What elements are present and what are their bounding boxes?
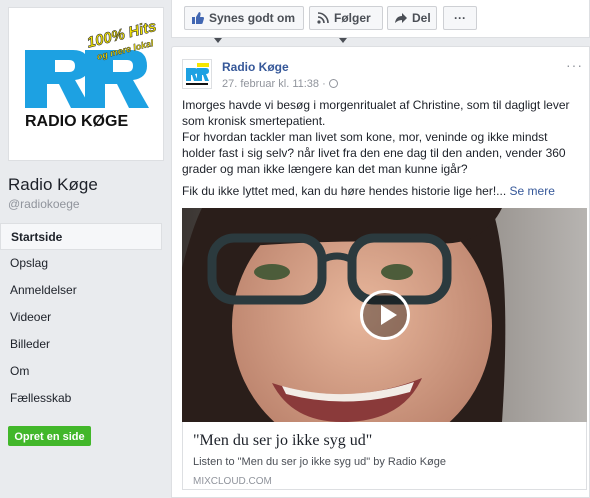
post-author-name[interactable]: Radio Køge — [222, 60, 289, 74]
post-timestamp-text: 27. februar kl. 11:38 · — [222, 78, 326, 90]
see-more-link[interactable]: Se mere — [510, 184, 555, 198]
video-thumbnail[interactable] — [182, 208, 587, 422]
chevron-down-icon — [339, 38, 347, 44]
share-button[interactable]: Del — [387, 6, 437, 30]
page-name[interactable]: Radio Køge — [8, 175, 98, 195]
nav-item-anmeldelser[interactable]: Anmeldelser — [0, 277, 163, 304]
action-toolbar: Synes godt om Følger Del ··· — [171, 0, 590, 44]
radio-koge-logo-small — [186, 63, 209, 85]
globe-icon — [328, 79, 338, 88]
follow-label: Følger — [334, 11, 371, 25]
page-nav: Startside Opslag Anmeldelser Videoer Bil… — [0, 223, 163, 412]
logo-wordmark: RADIO KØGE — [25, 113, 128, 130]
chevron-down-icon — [214, 38, 222, 44]
link-domain: MIXCLOUD.COM — [193, 476, 272, 487]
thumbs-up-icon — [192, 12, 204, 24]
like-button[interactable]: Synes godt om — [184, 6, 304, 44]
play-button[interactable] — [360, 290, 410, 340]
post-paragraph: Imorges havde vi besøg i morgenritualet … — [182, 98, 570, 128]
left-column: 100% Hits og mere lokal RADIO KØGE Radio… — [0, 0, 170, 498]
nav-item-opslag[interactable]: Opslag — [0, 250, 163, 277]
link-title: "Men du ser jo ikke syg ud" — [193, 432, 373, 449]
rss-icon — [317, 12, 329, 24]
post-timestamp[interactable]: 27. februar kl. 11:38 · — [222, 78, 338, 90]
profile-picture[interactable]: 100% Hits og mere lokal RADIO KØGE — [8, 7, 164, 161]
post-paragraph: For hvordan tackler man livet som kone, … — [182, 130, 566, 176]
share-arrow-icon — [395, 13, 407, 23]
nav-item-billeder[interactable]: Billeder — [0, 331, 163, 358]
nav-item-faellesskab[interactable]: Fællesskab — [0, 385, 163, 412]
follow-button[interactable]: Følger — [309, 6, 383, 44]
create-page-button[interactable]: Opret en side — [8, 426, 91, 446]
share-label: Del — [412, 11, 431, 25]
post-author-avatar[interactable] — [182, 59, 212, 89]
post-paragraph-text: Fik du ikke lyttet med, kan du høre hend… — [182, 184, 507, 198]
nav-item-startside[interactable]: Startside — [0, 223, 162, 250]
post-body: Imorges havde vi besøg i morgenritualet … — [182, 97, 582, 205]
link-preview[interactable]: "Men du ser jo ikke syg ud" Listen to "M… — [182, 422, 587, 490]
post-paragraph: Fik du ikke lyttet med, kan du høre hend… — [182, 183, 582, 199]
like-label: Synes godt om — [209, 11, 296, 25]
page-handle[interactable]: @radiokoege — [8, 197, 80, 211]
post-card: Radio Køge 27. februar kl. 11:38 · ··· I… — [171, 46, 590, 498]
nav-item-om[interactable]: Om — [0, 358, 163, 385]
radio-koge-logo: 100% Hits og mere lokal RADIO KØGE — [25, 18, 158, 130]
link-description: Listen to "Men du ser jo ikke syg ud" by… — [193, 456, 446, 468]
post-menu-button[interactable]: ··· — [566, 57, 583, 73]
nav-item-videoer[interactable]: Videoer — [0, 304, 163, 331]
more-options-button[interactable]: ··· — [443, 6, 477, 30]
